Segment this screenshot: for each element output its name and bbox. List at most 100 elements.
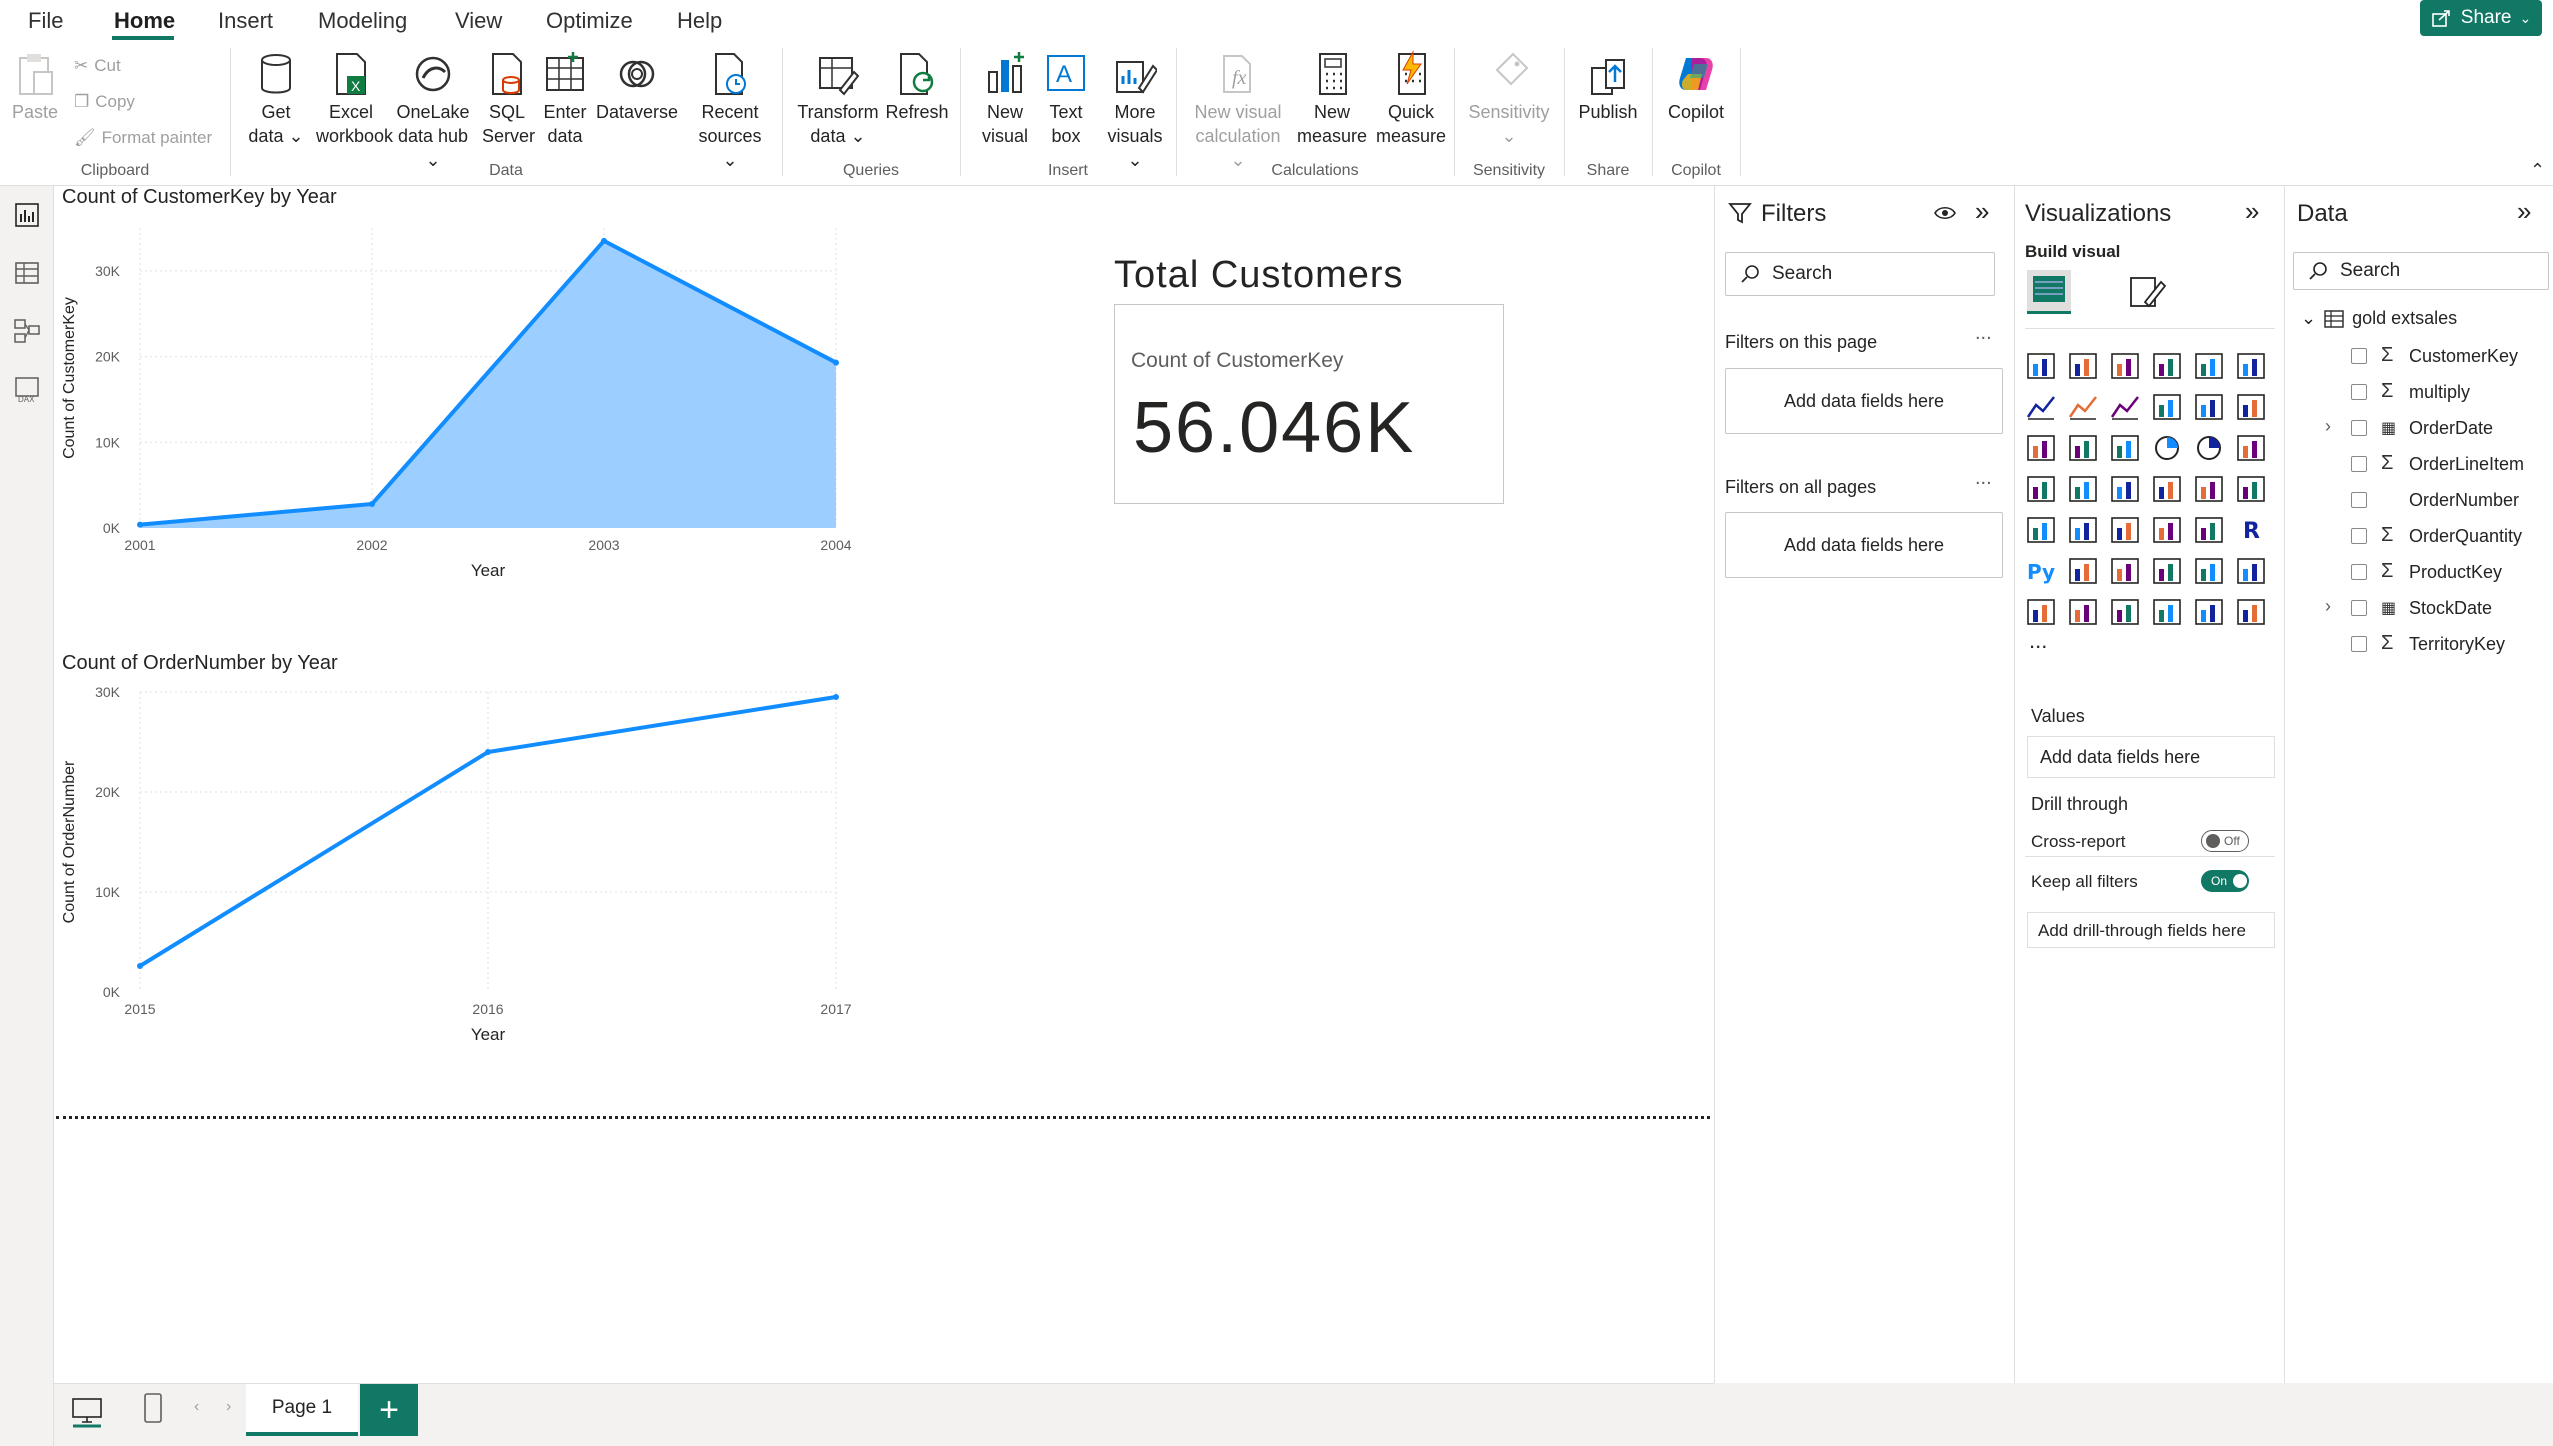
sql-server-button[interactable]: SQL Server bbox=[482, 50, 535, 148]
pie-visual-icon[interactable] bbox=[2149, 430, 2185, 466]
area-visual-icon[interactable] bbox=[2065, 389, 2101, 425]
azure-map-visual-icon[interactable] bbox=[2149, 471, 2185, 507]
field-checkbox[interactable] bbox=[2351, 384, 2367, 400]
collapse-data-icon[interactable]: » bbox=[2517, 196, 2531, 227]
funnel-visual-icon[interactable] bbox=[2065, 430, 2101, 466]
card-visual-icon[interactable] bbox=[2233, 471, 2269, 507]
clustered-bar-visual-icon[interactable] bbox=[2107, 348, 2143, 384]
keep-all-filters-toggle[interactable]: On bbox=[2201, 870, 2249, 892]
multi-row-card-visual-icon[interactable] bbox=[2023, 512, 2059, 548]
menu-modeling[interactable]: Modeling bbox=[318, 8, 407, 34]
more-visuals-icon[interactable]: ... bbox=[2029, 628, 2047, 654]
gauge-visual-icon[interactable] bbox=[2191, 471, 2227, 507]
collapse-filters-icon[interactable]: » bbox=[1975, 196, 1989, 227]
kpi-visual-icon[interactable] bbox=[2065, 512, 2101, 548]
excel-workbook-button[interactable]: X Excel workbook bbox=[316, 50, 393, 148]
power-automate-visual-icon[interactable] bbox=[2065, 594, 2101, 630]
prev-page-icon[interactable]: ‹ bbox=[194, 1398, 199, 1416]
report-view-icon[interactable] bbox=[12, 200, 42, 230]
filters-search-input[interactable]: Search bbox=[1725, 252, 1995, 296]
eye-icon[interactable] bbox=[1933, 204, 1957, 222]
more-options-icon[interactable]: ... bbox=[1975, 467, 1992, 490]
menu-optimize[interactable]: Optimize bbox=[546, 8, 633, 34]
table-visual-icon[interactable] bbox=[2149, 512, 2185, 548]
collapse-visualizations-icon[interactable]: » bbox=[2245, 196, 2259, 227]
arcgis-visual-icon[interactable] bbox=[2149, 594, 2185, 630]
stacked-area-visual-icon[interactable] bbox=[2107, 389, 2143, 425]
collapse-ribbon-icon[interactable]: ⌃ bbox=[2530, 160, 2545, 181]
paste-button[interactable]: Paste bbox=[10, 50, 60, 124]
data-point[interactable] bbox=[485, 749, 491, 755]
r-visual-visual-icon[interactable]: R bbox=[2233, 512, 2269, 548]
key-influencers-visual-icon[interactable] bbox=[2065, 553, 2101, 589]
diamond-visual-icon[interactable] bbox=[2191, 594, 2227, 630]
menu-home[interactable]: Home bbox=[114, 8, 175, 34]
add-page-button[interactable]: + bbox=[360, 1384, 418, 1436]
field-orderlineitem[interactable]: Σ OrderLineItem bbox=[2285, 446, 2553, 482]
menu-insert[interactable]: Insert bbox=[218, 8, 273, 34]
table-view-icon[interactable] bbox=[12, 258, 42, 288]
transform-data-button[interactable]: Transform data ⌄ bbox=[796, 50, 880, 148]
power-apps-visual-icon[interactable] bbox=[2023, 594, 2059, 630]
field-checkbox[interactable] bbox=[2351, 456, 2367, 472]
field-checkbox[interactable] bbox=[2351, 348, 2367, 364]
text-box-button[interactable]: A Text box bbox=[1038, 50, 1094, 148]
ordernumber-line-chart[interactable]: 0K 10K 20K 30K 2015 2016 2017 Year Count of Orde… bbox=[54, 680, 874, 1120]
donut-visual-icon[interactable] bbox=[2191, 430, 2227, 466]
paginated-visual-icon[interactable] bbox=[2233, 553, 2269, 589]
desktop-view-icon[interactable] bbox=[70, 1394, 104, 1428]
ribbon-visual-icon[interactable] bbox=[2233, 389, 2269, 425]
smart-narrative-visual-icon[interactable] bbox=[2191, 553, 2227, 589]
cross-report-toggle[interactable]: Off bbox=[2201, 830, 2249, 852]
field-orderdate[interactable]: › ▦ OrderDate bbox=[2285, 410, 2553, 446]
field-checkbox[interactable] bbox=[2351, 528, 2367, 544]
values-dropzone[interactable]: Add data fields here bbox=[2027, 736, 2275, 778]
data-search-input[interactable]: Search bbox=[2293, 252, 2549, 290]
chevron-right-icon[interactable]: › bbox=[2325, 596, 2331, 617]
treemap-visual-icon[interactable] bbox=[2233, 430, 2269, 466]
drill-through-dropzone[interactable]: Add drill-through fields here bbox=[2027, 912, 2275, 948]
slicer-visual-icon[interactable] bbox=[2107, 512, 2143, 548]
decomposition-tree-visual-icon[interactable] bbox=[2107, 553, 2143, 589]
copy-button[interactable]: ❐ Copy bbox=[74, 92, 135, 112]
more-options-icon[interactable]: ... bbox=[1975, 322, 1992, 345]
field-stockdate[interactable]: › ▦ StockDate bbox=[2285, 590, 2553, 626]
shape-map-visual-icon[interactable] bbox=[2107, 471, 2143, 507]
field-orderquantity[interactable]: Σ OrderQuantity bbox=[2285, 518, 2553, 554]
customerkey-area-chart[interactable]: 0K 10K 20K 30K 2001 2002 2003 2004 Year Count of … bbox=[54, 216, 874, 656]
dax-query-view-icon[interactable]: DAX bbox=[12, 374, 42, 404]
sensitivity-button[interactable]: Sensitivity ⌄ bbox=[1464, 50, 1554, 148]
cut-button[interactable]: ✂ Cut bbox=[74, 56, 121, 76]
line-stacked-column-visual-icon[interactable] bbox=[2149, 389, 2185, 425]
data-point[interactable] bbox=[833, 359, 839, 366]
data-point[interactable] bbox=[137, 521, 143, 528]
field-checkbox[interactable] bbox=[2351, 564, 2367, 580]
format-painter-button[interactable]: 🖌 Format painter bbox=[74, 128, 212, 148]
metrics-visual-icon[interactable] bbox=[2107, 594, 2143, 630]
more-visuals-button[interactable]: More visuals ⌄ bbox=[1100, 50, 1170, 172]
filters-page-dropzone[interactable]: Add data fields here bbox=[1725, 368, 2003, 434]
chevron-right-icon[interactable]: › bbox=[2325, 416, 2331, 437]
clustered-column-visual-icon[interactable] bbox=[2149, 348, 2185, 384]
stacked-bar-visual-icon[interactable] bbox=[2023, 348, 2059, 384]
field-territorykey[interactable]: Σ TerritoryKey bbox=[2285, 626, 2553, 662]
field-ordernumber[interactable]: OrderNumber bbox=[2285, 482, 2553, 518]
field-customerkey[interactable]: Σ CustomerKey bbox=[2285, 338, 2553, 374]
table-gold-extsales[interactable]: ⌄ gold extsales bbox=[2301, 308, 2457, 329]
copilot-button[interactable]: Copilot bbox=[1662, 50, 1730, 124]
field-productkey[interactable]: Σ ProductKey bbox=[2285, 554, 2553, 590]
scatter-visual-icon[interactable] bbox=[2107, 430, 2143, 466]
publish-button[interactable]: Publish bbox=[1574, 50, 1642, 124]
data-point[interactable] bbox=[137, 963, 143, 969]
field-checkbox[interactable] bbox=[2351, 420, 2367, 436]
page-tab-1[interactable]: Page 1 bbox=[246, 1384, 358, 1436]
python-visual-visual-icon[interactable]: Py bbox=[2023, 553, 2059, 589]
data-point[interactable] bbox=[833, 694, 839, 700]
menu-help[interactable]: Help bbox=[677, 8, 722, 34]
quick-measure-button[interactable]: Quick measure bbox=[1372, 50, 1450, 148]
map-visual-icon[interactable] bbox=[2023, 471, 2059, 507]
100-bar-visual-icon[interactable] bbox=[2191, 348, 2227, 384]
total-customers-card[interactable]: Count of CustomerKey 56.046K bbox=[1114, 304, 1504, 504]
share-button[interactable]: Share ⌄ bbox=[2420, 0, 2542, 36]
new-visual-calculation-button[interactable]: fx New visual calculation ⌄ bbox=[1188, 50, 1288, 172]
